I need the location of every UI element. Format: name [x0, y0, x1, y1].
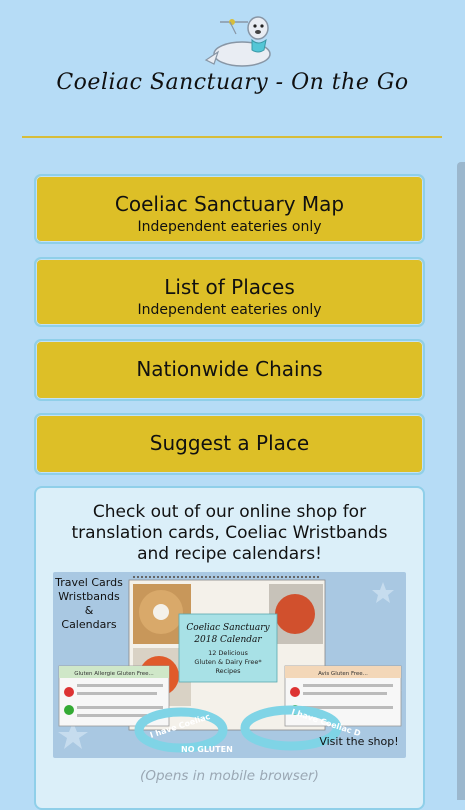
calendar-sub-2: Gluten & Dairy Free*	[194, 658, 262, 666]
list-of-places-button[interactable]: List of Places Independent eateries only	[34, 257, 425, 327]
banner-side-line-2: Wristbands	[58, 590, 120, 603]
map-button[interactable]: Coeliac Sanctuary Map Independent eateri…	[34, 174, 425, 244]
calendar-sub-3: Recipes	[215, 667, 241, 675]
calendar-year: 2018 Calendar	[193, 635, 262, 645]
banner-side-line-3: &	[85, 604, 94, 617]
banner-side-line-1: Travel Cards	[54, 576, 123, 589]
shop-panel[interactable]: Check out of our online shop for transla…	[34, 486, 425, 810]
calendar-sub-1: 12 Delicious	[208, 649, 248, 657]
shop-banner-image[interactable]: Travel Cards Wristbands & Calendars Coel…	[53, 572, 406, 758]
visit-shop-cta[interactable]: Visit the shop!	[319, 735, 398, 748]
suggest-place-button[interactable]: Suggest a Place	[34, 413, 425, 475]
shop-note: (Opens in mobile browser)	[140, 768, 319, 784]
app-header: Coeliac Sanctuary - On the Go	[0, 0, 465, 138]
banner-side-line-4: Calendars	[61, 618, 116, 631]
card-left-title: Gluten Allergie Gluten Free...	[74, 671, 154, 677]
seal-logo-icon	[204, 16, 271, 67]
shop-promo-text: Check out of our online shop for transla…	[71, 502, 388, 564]
nationwide-chains-button[interactable]: Nationwide Chains	[34, 339, 425, 401]
header-divider	[22, 136, 442, 138]
list-button-subtitle: Independent eateries only	[137, 302, 322, 318]
chains-button-label: Nationwide Chains	[136, 357, 323, 381]
suggest-button-label: Suggest a Place	[149, 431, 310, 455]
scrollbar[interactable]	[457, 162, 465, 800]
wristband-bottom-text: NO GLUTEN	[181, 745, 233, 754]
calendar-title: Coeliac Sanctuary	[186, 623, 270, 633]
map-button-subtitle: Independent eateries only	[137, 219, 322, 235]
app-title: Coeliac Sanctuary - On the Go	[56, 70, 409, 95]
map-button-label: Coeliac Sanctuary Map	[114, 192, 345, 216]
card-right-title: Avis Gluten Free...	[318, 671, 368, 677]
list-button-label: List of Places	[164, 275, 295, 299]
